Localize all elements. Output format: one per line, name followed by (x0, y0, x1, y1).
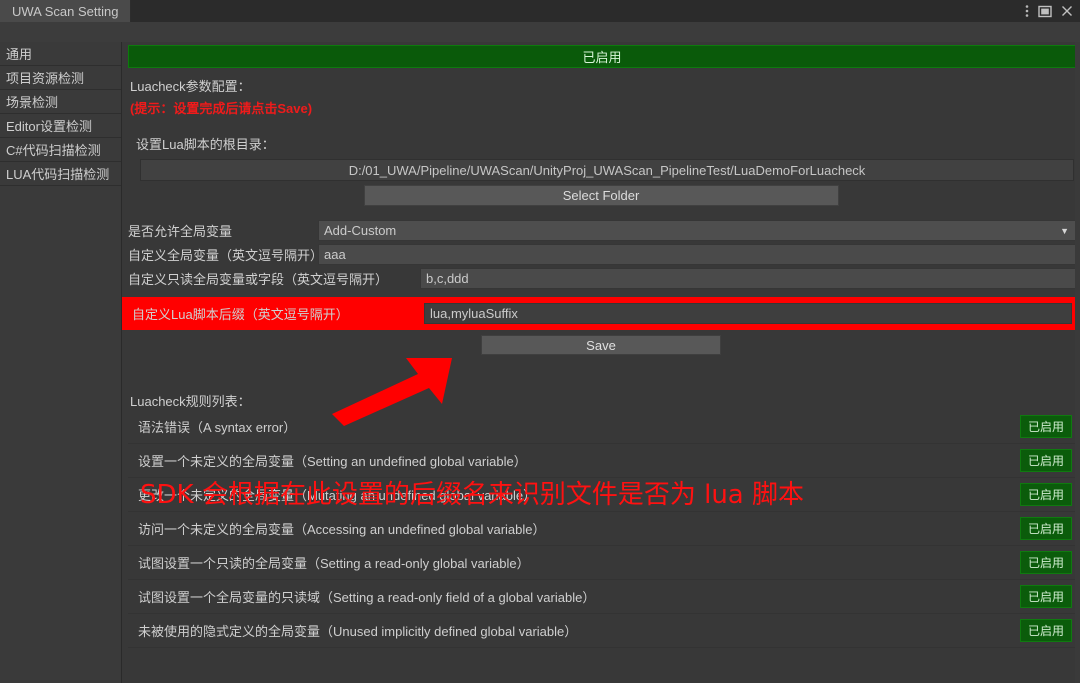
close-icon[interactable] (1061, 5, 1073, 17)
allow-global-variable-row: 是否允许全局变量 Add-Custom ▼ (128, 220, 1076, 241)
rule-label: 设置一个未定义的全局变量（Setting an undefined global… (138, 454, 527, 469)
sidebar-item-editor-settings[interactable]: Editor设置检测 (0, 114, 121, 138)
sidebar-item-label: 项目资源检测 (6, 71, 85, 86)
status-badge[interactable]: 已启用 (1019, 415, 1072, 438)
rule-label: 访问一个未定义的全局变量（Accessing an undefined glob… (138, 522, 546, 537)
custom-readonly-global-value: b,c,ddd (426, 271, 469, 286)
custom-global-variable-label: 自定义全局变量（英文逗号隔开） (128, 248, 318, 263)
chevron-down-icon: ▼ (1060, 225, 1069, 236)
rule-row-setting-readonly-global[interactable]: 试图设置一个只读的全局变量（Setting a read-only global… (128, 546, 1076, 580)
allow-global-variable-dropdown[interactable]: Add-Custom ▼ (318, 220, 1076, 241)
custom-lua-suffix-label: 自定义Lua脚本后缀（英文逗号隔开） (132, 307, 349, 322)
status-banner: 已启用 (128, 45, 1076, 68)
parameter-form: 是否允许全局变量 Add-Custom ▼ 自定义全局变量（英文逗号隔开） aa… (122, 220, 1080, 289)
save-button-label: Save (586, 337, 616, 353)
root-dir-path-field[interactable]: D:/01_UWA/Pipeline/UWAScan/UnityProj_UWA… (140, 159, 1074, 181)
rule-label: 试图设置一个全局变量的只读域（Setting a read-only field… (138, 590, 596, 605)
section-title: Luacheck参数配置： (130, 79, 251, 94)
allow-global-variable-value: Add-Custom (324, 223, 397, 238)
status-badge[interactable]: 已启用 (1019, 517, 1072, 540)
vertical-scrollbar[interactable] (1075, 42, 1080, 683)
highlight-box: 自定义Lua脚本后缀（英文逗号隔开） lua,myluaSuffix (122, 297, 1080, 330)
sidebar-item-label: 场景检测 (6, 95, 59, 110)
kebab-menu-icon[interactable] (1025, 4, 1029, 18)
window-titlebar: UWA Scan Setting (0, 0, 1080, 22)
rule-label: 试图设置一个只读的全局变量（Setting a read-only global… (138, 556, 530, 571)
rules-list: 语法错误（A syntax error） 已启用 设置一个未定义的全局变量（Se… (122, 410, 1080, 648)
sidebar-item-label: LUA代码扫描检测 (6, 167, 110, 182)
custom-readonly-global-row: 自定义只读全局变量或字段（英文逗号隔开） b,c,ddd (128, 268, 1076, 289)
main-panel: 已启用 Luacheck参数配置： (提示：设置完成后请点击Save) 设置Lu… (122, 42, 1080, 683)
root-dir-label: 设置Lua脚本的根目录： (136, 137, 275, 152)
sidebar-item-label: 通用 (6, 47, 33, 62)
window-controls (1021, 0, 1080, 22)
sidebar-item-csharp-scan[interactable]: C#代码扫描检测 (0, 138, 121, 162)
custom-global-variable-input[interactable]: aaa (318, 244, 1076, 265)
sidebar-item-project-resource[interactable]: 项目资源检测 (0, 66, 121, 90)
tab-uwa-scan-setting[interactable]: UWA Scan Setting (0, 0, 132, 22)
tab-label: UWA Scan Setting (12, 3, 119, 19)
sidebar-item-general[interactable]: 通用 (0, 42, 121, 66)
status-badge[interactable]: 已启用 (1019, 619, 1072, 642)
rule-label: 未被使用的隐式定义的全局变量（Unused implicitly defined… (138, 624, 578, 639)
status-badge[interactable]: 已启用 (1019, 551, 1072, 574)
rule-row-syntax-error[interactable]: 语法错误（A syntax error） 已启用 (128, 410, 1076, 444)
custom-global-variable-row: 自定义全局变量（英文逗号隔开） aaa (128, 244, 1076, 265)
root-dir-path-value: D:/01_UWA/Pipeline/UWAScan/UnityProj_UWA… (348, 162, 866, 178)
maximize-icon[interactable] (1038, 5, 1052, 18)
custom-readonly-global-input[interactable]: b,c,ddd (420, 268, 1076, 289)
status-badge[interactable]: 已启用 (1019, 449, 1072, 472)
save-hint-text: (提示：设置完成后请点击Save) (130, 101, 313, 116)
rule-row-mutating-undefined-global[interactable]: 更改一个未定义的全局变量（Mutating an undefined globa… (128, 478, 1076, 512)
save-button[interactable]: Save (481, 335, 721, 355)
sidebar: 通用 项目资源检测 场景检测 Editor设置检测 C#代码扫描检测 LUA代码… (0, 42, 122, 683)
rule-row-setting-readonly-field[interactable]: 试图设置一个全局变量的只读域（Setting a read-only field… (128, 580, 1076, 614)
select-folder-button[interactable]: Select Folder (363, 185, 839, 206)
allow-global-variable-label: 是否允许全局变量 (128, 224, 233, 239)
rule-label: 更改一个未定义的全局变量（Mutating an undefined globa… (138, 488, 537, 503)
select-folder-label: Select Folder (562, 188, 640, 203)
custom-lua-suffix-row: 自定义Lua脚本后缀（英文逗号隔开） lua,myluaSuffix (132, 303, 1072, 324)
rule-row-setting-undefined-global[interactable]: 设置一个未定义的全局变量（Setting an undefined global… (128, 444, 1076, 478)
sidebar-item-lua-scan[interactable]: LUA代码扫描检测 (0, 162, 121, 186)
status-banner-label: 已启用 (582, 50, 622, 65)
custom-readonly-global-label: 自定义只读全局变量或字段（英文逗号隔开） (128, 272, 389, 287)
custom-lua-suffix-value: lua,myluaSuffix (430, 306, 518, 321)
rule-row-accessing-undefined-global[interactable]: 访问一个未定义的全局变量（Accessing an undefined glob… (128, 512, 1076, 546)
rule-label: 语法错误（A syntax error） (138, 420, 297, 435)
status-badge[interactable]: 已启用 (1019, 483, 1072, 506)
sidebar-item-label: Editor设置检测 (6, 119, 92, 134)
sidebar-item-label: C#代码扫描检测 (6, 143, 101, 158)
rules-list-title: Luacheck规则列表： (130, 394, 251, 409)
status-badge[interactable]: 已启用 (1019, 585, 1072, 608)
custom-global-variable-value: aaa (324, 247, 346, 262)
tabbar-empty-space (131, 0, 1021, 22)
sidebar-item-scene-check[interactable]: 场景检测 (0, 90, 121, 114)
rule-row-unused-implicit-global[interactable]: 未被使用的隐式定义的全局变量（Unused implicitly defined… (128, 614, 1076, 648)
toolbar-strip (0, 22, 1080, 42)
custom-lua-suffix-input[interactable]: lua,myluaSuffix (424, 303, 1072, 324)
